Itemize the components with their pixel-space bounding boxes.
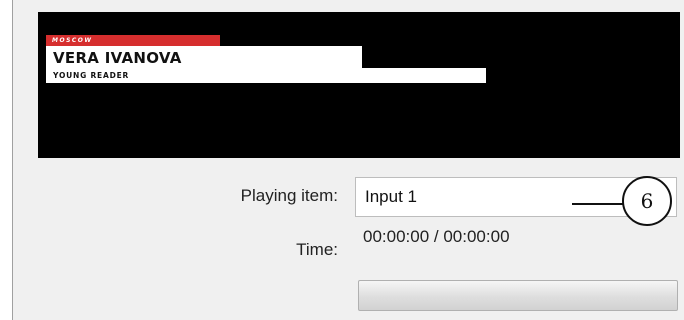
time-label: Time: bbox=[296, 240, 338, 259]
playing-item-label: Playing item: bbox=[240, 186, 338, 205]
lower-third-tag: MOSCOW bbox=[46, 35, 220, 46]
time-value: 00:00:00 / 00:00:00 bbox=[363, 227, 510, 246]
callout-number-badge: 6 bbox=[622, 176, 672, 226]
lower-third-name: VERA IVANOVA bbox=[46, 46, 362, 68]
callout-leader-line bbox=[572, 203, 624, 205]
lower-third-subtitle: YOUNG READER bbox=[46, 68, 486, 83]
video-preview bbox=[38, 12, 680, 158]
playback-progress-bar bbox=[358, 280, 678, 311]
